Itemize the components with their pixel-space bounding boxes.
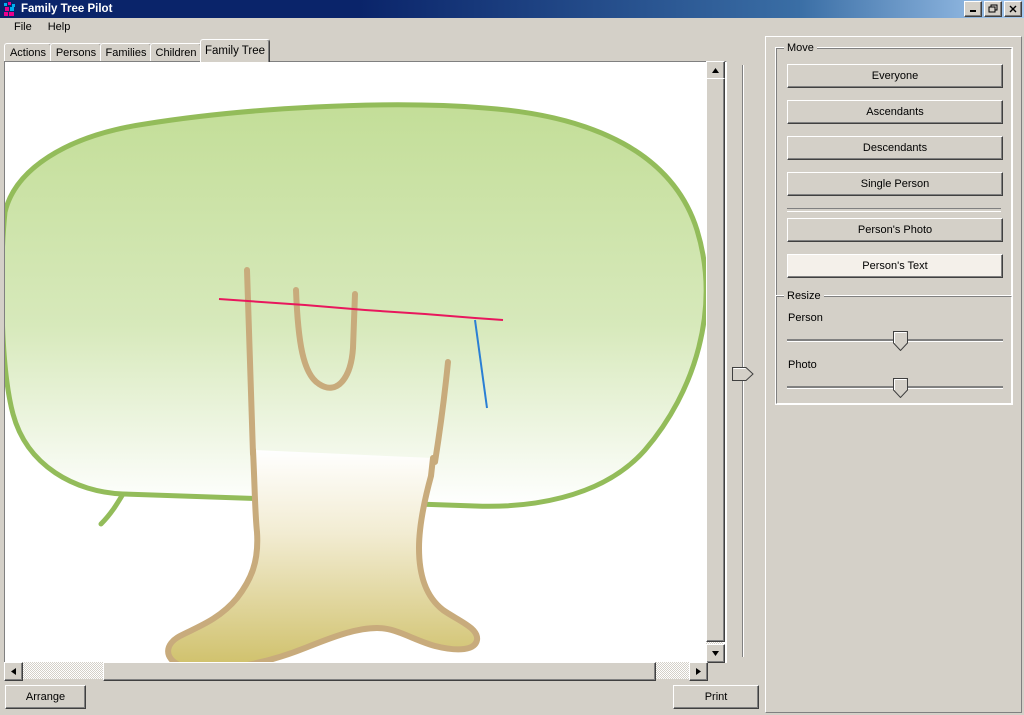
tree-leaf-stem-left (98, 491, 126, 527)
application-window: Family Tree Pilot File Help Actions Pers… (0, 0, 1024, 715)
scroll-right-icon[interactable] (689, 662, 708, 681)
move-ascendants-button[interactable]: Ascendants (787, 100, 1003, 124)
tools-panel: Move Everyone Ascendants Descendants Sin… (765, 36, 1022, 713)
canvas-vertical-scrollbar[interactable] (706, 61, 725, 663)
tab-families[interactable]: Families (100, 43, 152, 62)
app-icon (2, 1, 18, 17)
move-group-title: Move (784, 42, 817, 54)
zoom-slider-track (742, 65, 744, 657)
tab-actions[interactable]: Actions (4, 43, 52, 62)
resize-person-slider-thumb[interactable] (893, 331, 908, 352)
menu-bar: File Help (0, 18, 1024, 36)
close-icon[interactable] (1004, 1, 1022, 17)
move-persons-photo-button[interactable]: Person's Photo (787, 218, 1003, 242)
canvas-horizontal-scrollbar[interactable] (4, 662, 708, 681)
move-group: Move Everyone Ascendants Descendants Sin… (775, 42, 1013, 297)
canvas-zoom-slider[interactable] (727, 61, 759, 661)
menu-item-help[interactable]: Help (40, 20, 79, 34)
resize-group-title: Resize (784, 290, 824, 302)
print-button[interactable]: Print (673, 685, 759, 709)
move-group-separator (787, 208, 1001, 212)
restore-icon[interactable] (984, 1, 1002, 17)
title-bar: Family Tree Pilot (0, 0, 1024, 18)
tab-persons[interactable]: Persons (50, 43, 102, 62)
tab-family-tree[interactable]: Family Tree (200, 39, 270, 62)
tab-children[interactable]: Children (150, 43, 202, 62)
move-persons-text-button[interactable]: Person's Text (787, 254, 1003, 278)
move-descendants-button[interactable]: Descendants (787, 136, 1003, 160)
resize-photo-label: Photo (788, 359, 817, 371)
horizontal-scroll-thumb[interactable] (103, 662, 656, 681)
scroll-down-icon[interactable] (706, 644, 725, 663)
tree-graphic (5, 102, 709, 662)
window-controls (964, 1, 1022, 17)
tab-strip: Actions Persons Families Children Family… (0, 39, 764, 62)
move-single-person-button[interactable]: Single Person (787, 172, 1003, 196)
resize-person-label: Person (788, 312, 823, 324)
resize-photo-slider-thumb[interactable] (893, 378, 908, 399)
minimize-icon[interactable] (964, 1, 982, 17)
vertical-scroll-thumb[interactable] (706, 78, 725, 642)
scroll-left-icon[interactable] (4, 662, 23, 681)
resize-person-slider[interactable] (787, 331, 1003, 352)
family-tree-canvas[interactable]: Ismael Pickwood (4, 61, 727, 663)
resize-photo-slider[interactable] (787, 378, 1003, 399)
resize-group: Resize Person Photo (775, 290, 1013, 405)
move-everyone-button[interactable]: Everyone (787, 64, 1003, 88)
window-title: Family Tree Pilot (21, 3, 113, 15)
zoom-slider-thumb[interactable] (732, 367, 754, 381)
menu-item-file[interactable]: File (6, 20, 40, 34)
arrange-button[interactable]: Arrange (5, 685, 86, 709)
